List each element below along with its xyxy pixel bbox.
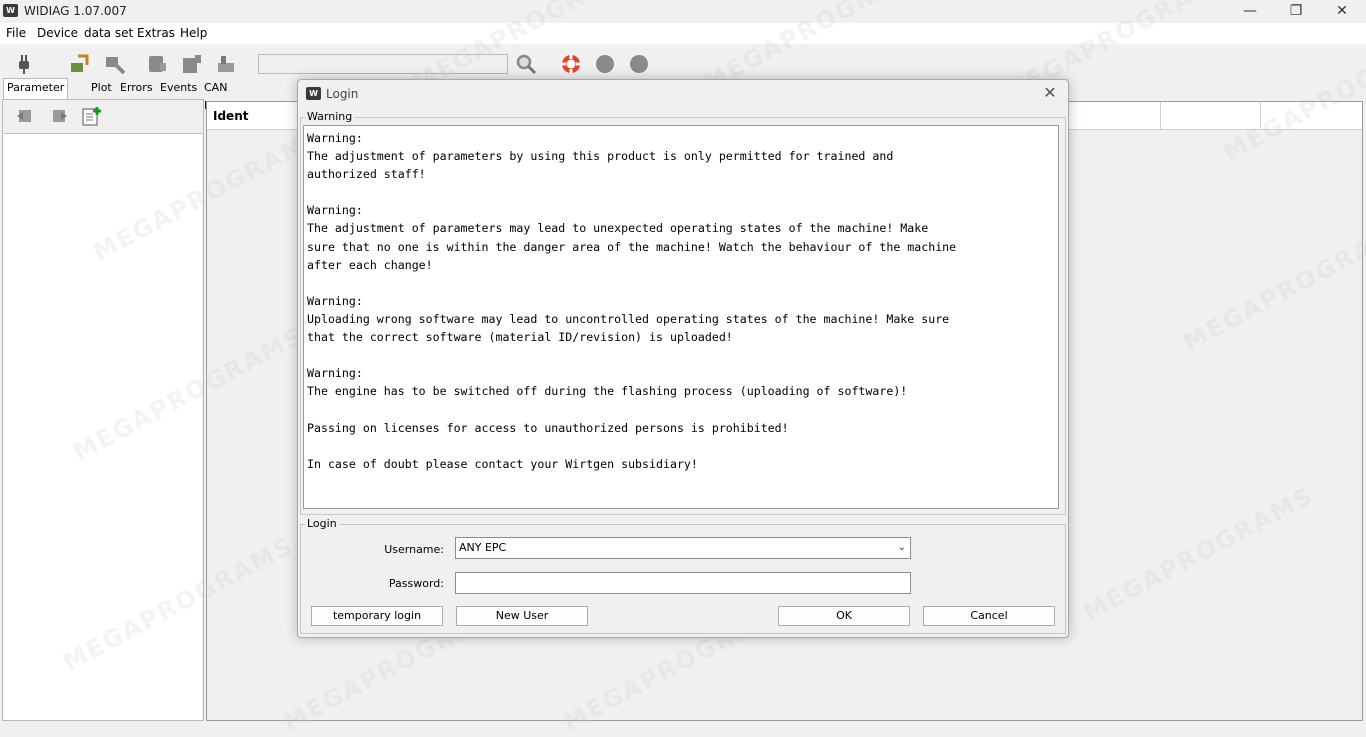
username-label: Username: (384, 543, 444, 556)
tab-can-monitor[interactable]: CAN Monitor (201, 79, 249, 112)
stop-icon[interactable] (628, 53, 650, 75)
menu-bar: File Device data set Extras Help (0, 23, 1366, 44)
menu-device[interactable]: Device (37, 26, 78, 40)
parameter-tree[interactable] (4, 133, 202, 720)
connect-icon[interactable] (68, 53, 90, 75)
add-item-icon[interactable] (81, 105, 103, 127)
chevron-down-icon[interactable]: ⌄ (898, 538, 906, 558)
plug-icon[interactable] (13, 53, 35, 75)
title-bar: W WIDIAG 1.07.007 — ❐ ✕ (0, 0, 1366, 23)
password-field[interactable] (455, 572, 911, 594)
password-label: Password: (388, 577, 444, 590)
warning-text: Warning: The adjustment of parameters by… (303, 125, 1059, 509)
record-icon[interactable] (594, 53, 616, 75)
device-icon[interactable] (146, 53, 168, 75)
menu-help[interactable]: Help (180, 26, 207, 40)
new-user-button[interactable]: New User (456, 606, 588, 626)
dialog-app-icon: W (306, 87, 321, 100)
username-combobox[interactable]: ANY EPC ⌄ (455, 537, 911, 559)
menu-data-set[interactable]: data set (84, 26, 133, 40)
temporary-login-button[interactable]: temporary login (311, 606, 443, 626)
login-dialog: W Login ✕ Warning Warning: The adjustmen… (297, 79, 1069, 638)
username-value: ANY EPC (459, 541, 507, 554)
collapse-icon[interactable] (15, 106, 35, 126)
column-separator (1160, 102, 1161, 129)
help-lifebuoy-icon[interactable] (560, 53, 582, 75)
login-group-label: Login (305, 517, 339, 530)
window-title: WIDIAG 1.07.007 (24, 4, 127, 18)
search-icon[interactable] (515, 53, 537, 75)
menu-file[interactable]: File (6, 26, 26, 40)
tab-events[interactable]: Events (157, 79, 200, 97)
add-device-icon[interactable] (181, 53, 203, 75)
warning-group-label: Warning (305, 110, 355, 123)
expand-icon[interactable] (49, 106, 69, 126)
dialog-title-bar: W Login ✕ (298, 80, 1068, 108)
menu-extras[interactable]: Extras (137, 26, 175, 40)
search-input[interactable] (258, 54, 508, 74)
ok-button[interactable]: OK (778, 606, 910, 626)
toolbar (0, 45, 1366, 81)
parameter-tree-panel (2, 99, 204, 721)
dialog-title: Login (326, 87, 359, 101)
tab-errors[interactable]: Errors (117, 79, 156, 97)
column-separator (1260, 102, 1261, 129)
download-icon[interactable] (104, 53, 126, 75)
cancel-button[interactable]: Cancel (923, 606, 1055, 626)
tab-parameter-tree[interactable]: Parameter tree (3, 78, 69, 112)
column-ident[interactable]: Ident (213, 109, 248, 123)
close-window-icon[interactable]: ✕ (1319, 0, 1365, 23)
flash-icon[interactable] (215, 53, 237, 75)
app-icon: W (3, 4, 18, 17)
tab-plot[interactable]: Plot (88, 79, 115, 97)
restore-icon[interactable]: ❐ (1273, 0, 1319, 23)
dialog-close-icon[interactable]: ✕ (1040, 84, 1060, 104)
minimize-icon[interactable]: — (1227, 0, 1273, 23)
